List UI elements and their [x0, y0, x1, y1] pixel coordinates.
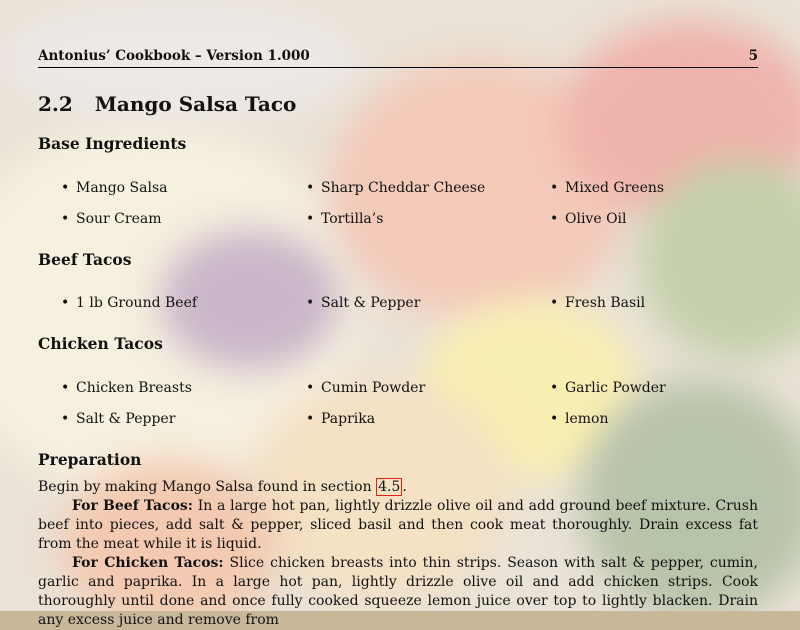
list-item: • Chicken Breasts	[61, 380, 192, 396]
list-item: • Cumin Powder	[306, 380, 426, 396]
subheading-beef-tacos: Beef Tacos	[38, 250, 132, 269]
subheading-preparation: Preparation	[38, 450, 142, 469]
list-item: • Garlic Powder	[550, 380, 666, 396]
running-header: Antonius’ Cookbook – Version 1.000 5	[38, 48, 758, 68]
list-item: • Paprika	[306, 411, 376, 427]
header-title: Antonius’ Cookbook – Version 1.000	[38, 48, 310, 64]
list-item: • Tortilla’s	[306, 211, 384, 227]
list-item: • Sharp Cheddar Cheese	[306, 180, 486, 196]
list-item: • Salt & Pepper	[306, 295, 421, 311]
section-reference-link[interactable]: 4.5	[376, 478, 403, 496]
subheading-chicken-tacos: Chicken Tacos	[38, 334, 163, 353]
list-item: • 1 lb Ground Beef	[61, 295, 198, 311]
list-item: • Olive Oil	[550, 211, 627, 227]
prep-beef-paragraph: For Beef Tacos: In a large hot pan, ligh…	[38, 498, 758, 552]
section-number: 2.2	[38, 92, 73, 116]
list-item: • Mixed Greens	[550, 180, 665, 196]
page-number: 5	[748, 48, 758, 64]
list-item: • lemon	[550, 411, 609, 427]
prep-chicken-paragraph: For Chicken Tacos: Slice chicken breasts…	[38, 555, 758, 628]
subheading-base-ingredients: Base Ingredients	[38, 134, 187, 153]
list-item: • Salt & Pepper	[61, 411, 176, 427]
section-title: 2.2 Mango Salsa Taco	[38, 92, 296, 116]
preparation-text: Begin by making Mango Salsa found in sec…	[38, 478, 758, 630]
section-name: Mango Salsa Taco	[94, 92, 297, 116]
list-item: • Sour Cream	[61, 211, 162, 227]
list-item: • Mango Salsa	[61, 180, 168, 196]
prep-intro: Begin by making Mango Salsa found in sec…	[38, 478, 407, 496]
list-item: • Fresh Basil	[550, 295, 646, 311]
